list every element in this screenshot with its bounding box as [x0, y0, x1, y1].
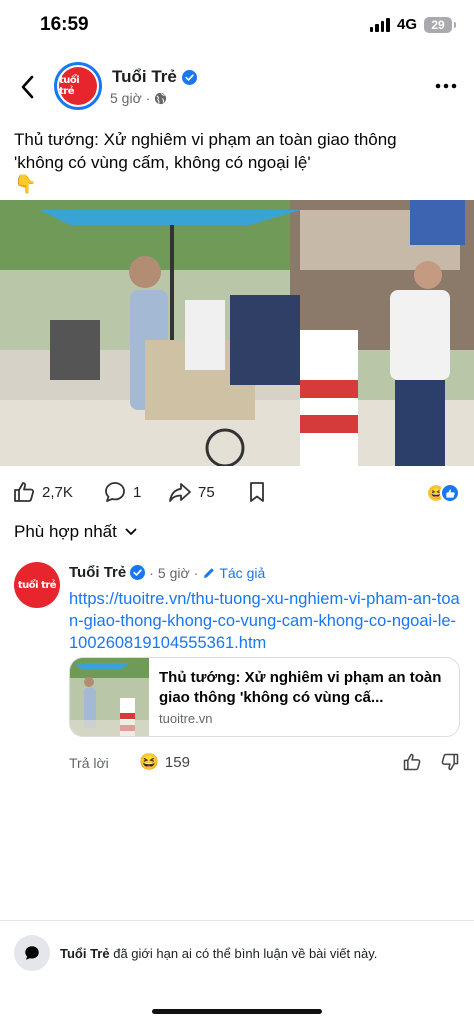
- author-badge-label: Tác giả: [219, 564, 266, 581]
- comment-separator: ·: [149, 564, 154, 581]
- post-header: tuổi trẻ Tuổi Trẻ 5 giờ ·: [0, 58, 474, 118]
- street-scene-image: [0, 200, 474, 466]
- globe-icon: [155, 92, 167, 104]
- comment-sort-dropdown[interactable]: Phù hợp nhất: [14, 522, 137, 542]
- home-indicator[interactable]: [152, 1009, 322, 1014]
- page-name[interactable]: Tuổi Trẻ: [112, 67, 197, 87]
- network-label: 4G: [396, 16, 417, 33]
- comment-header: Tuổi Trẻ · 5 giờ · Tác giả: [69, 564, 265, 581]
- more-icon[interactable]: [434, 76, 458, 96]
- save-button[interactable]: [245, 480, 269, 504]
- link-preview-thumbnail: [70, 658, 149, 736]
- like-button[interactable]: 2,7K: [12, 480, 73, 504]
- haha-emoji: 😆: [139, 754, 159, 771]
- comment-icon: [105, 482, 125, 502]
- comment-restriction-footer: Tuổi Trẻ đã giới hạn ai có thể bình luận…: [0, 920, 474, 1024]
- author-badge: Tác giả: [202, 565, 265, 581]
- reaction-summary[interactable]: 😆: [426, 483, 460, 503]
- status-time: 16:59: [40, 14, 89, 35]
- comment-reaction-count: 159: [164, 753, 190, 771]
- restriction-message: Tuổi Trẻ đã giới hạn ai có thể bình luận…: [60, 946, 377, 961]
- chevron-down-icon: [125, 528, 137, 535]
- tuoitre-logo-small: tuổi trẻ: [14, 562, 60, 608]
- link-preview-card[interactable]: Thủ tướng: Xử nghiêm vi phạm an toàn gia…: [69, 657, 460, 737]
- like-count: 2,7K: [42, 483, 73, 501]
- status-bar: 16:59 4G 29: [0, 0, 474, 50]
- comment-button[interactable]: 1: [103, 480, 141, 504]
- action-bar: 2,7K 1 75 😆: [0, 477, 474, 509]
- signal-icon: [369, 17, 390, 32]
- comment-link[interactable]: https://tuoitre.vn/thu-tuong-xu-nghiem-v…: [69, 588, 464, 654]
- comment-avatar[interactable]: tuổi trẻ: [14, 562, 60, 608]
- comment-separator-2: ·: [193, 564, 199, 581]
- like-icon: [14, 482, 35, 502]
- post-title-line2: 'không có vùng cấm, không có ngoại lệ': [14, 153, 311, 172]
- restriction-page-name: Tuổi Trẻ: [60, 946, 110, 961]
- battery-icon: 29: [424, 16, 456, 33]
- verified-icon: [130, 565, 146, 580]
- reply-button[interactable]: Trả lời: [69, 755, 109, 771]
- comment-count: 1: [133, 483, 142, 501]
- post-title-line1: Thủ tướng: Xử nghiêm vi phạm an toàn gia…: [14, 130, 397, 149]
- verified-icon: [181, 69, 197, 85]
- share-count: 75: [198, 483, 215, 501]
- pointing-down-emoji: 👇: [14, 174, 37, 194]
- back-icon[interactable]: [14, 70, 42, 104]
- thumbs-down-icon[interactable]: [440, 752, 460, 772]
- comment-reactions[interactable]: 😆 159: [139, 752, 190, 772]
- post-caption: Thủ tướng: Xử nghiêm vi phạm an toàn gia…: [14, 128, 454, 194]
- share-icon: [169, 483, 191, 502]
- chat-bubble-icon: [14, 935, 50, 971]
- comment-time: 5 giờ: [157, 564, 190, 581]
- page-avatar[interactable]: tuổi trẻ: [54, 62, 102, 110]
- link-preview-domain: tuoitre.vn: [159, 711, 213, 726]
- tuoitre-logo: tuổi trẻ: [59, 67, 97, 105]
- meta-separator: ·: [145, 90, 151, 106]
- commenter-name[interactable]: Tuổi Trẻ: [69, 564, 126, 581]
- post-photo[interactable]: [0, 200, 474, 466]
- post-time: 5 giờ: [110, 90, 142, 106]
- restriction-text: đã giới hạn ai có thể bình luận về bài v…: [109, 946, 378, 961]
- sort-label: Phù hợp nhất: [14, 522, 117, 541]
- post-meta: 5 giờ ·: [110, 90, 167, 106]
- bookmark-icon: [250, 482, 264, 502]
- page-name-label: Tuổi Trẻ: [112, 67, 177, 86]
- link-preview-title: Thủ tướng: Xử nghiêm vi phạm an toàn gia…: [159, 669, 442, 706]
- comment-actions: Trả lời 😆 159: [69, 752, 464, 776]
- status-indicators: 4G 29: [369, 16, 456, 33]
- share-button[interactable]: 75: [168, 480, 215, 504]
- like-reaction-icon: [440, 483, 460, 503]
- thumbs-up-icon[interactable]: [402, 752, 422, 772]
- pencil-icon: [204, 567, 215, 578]
